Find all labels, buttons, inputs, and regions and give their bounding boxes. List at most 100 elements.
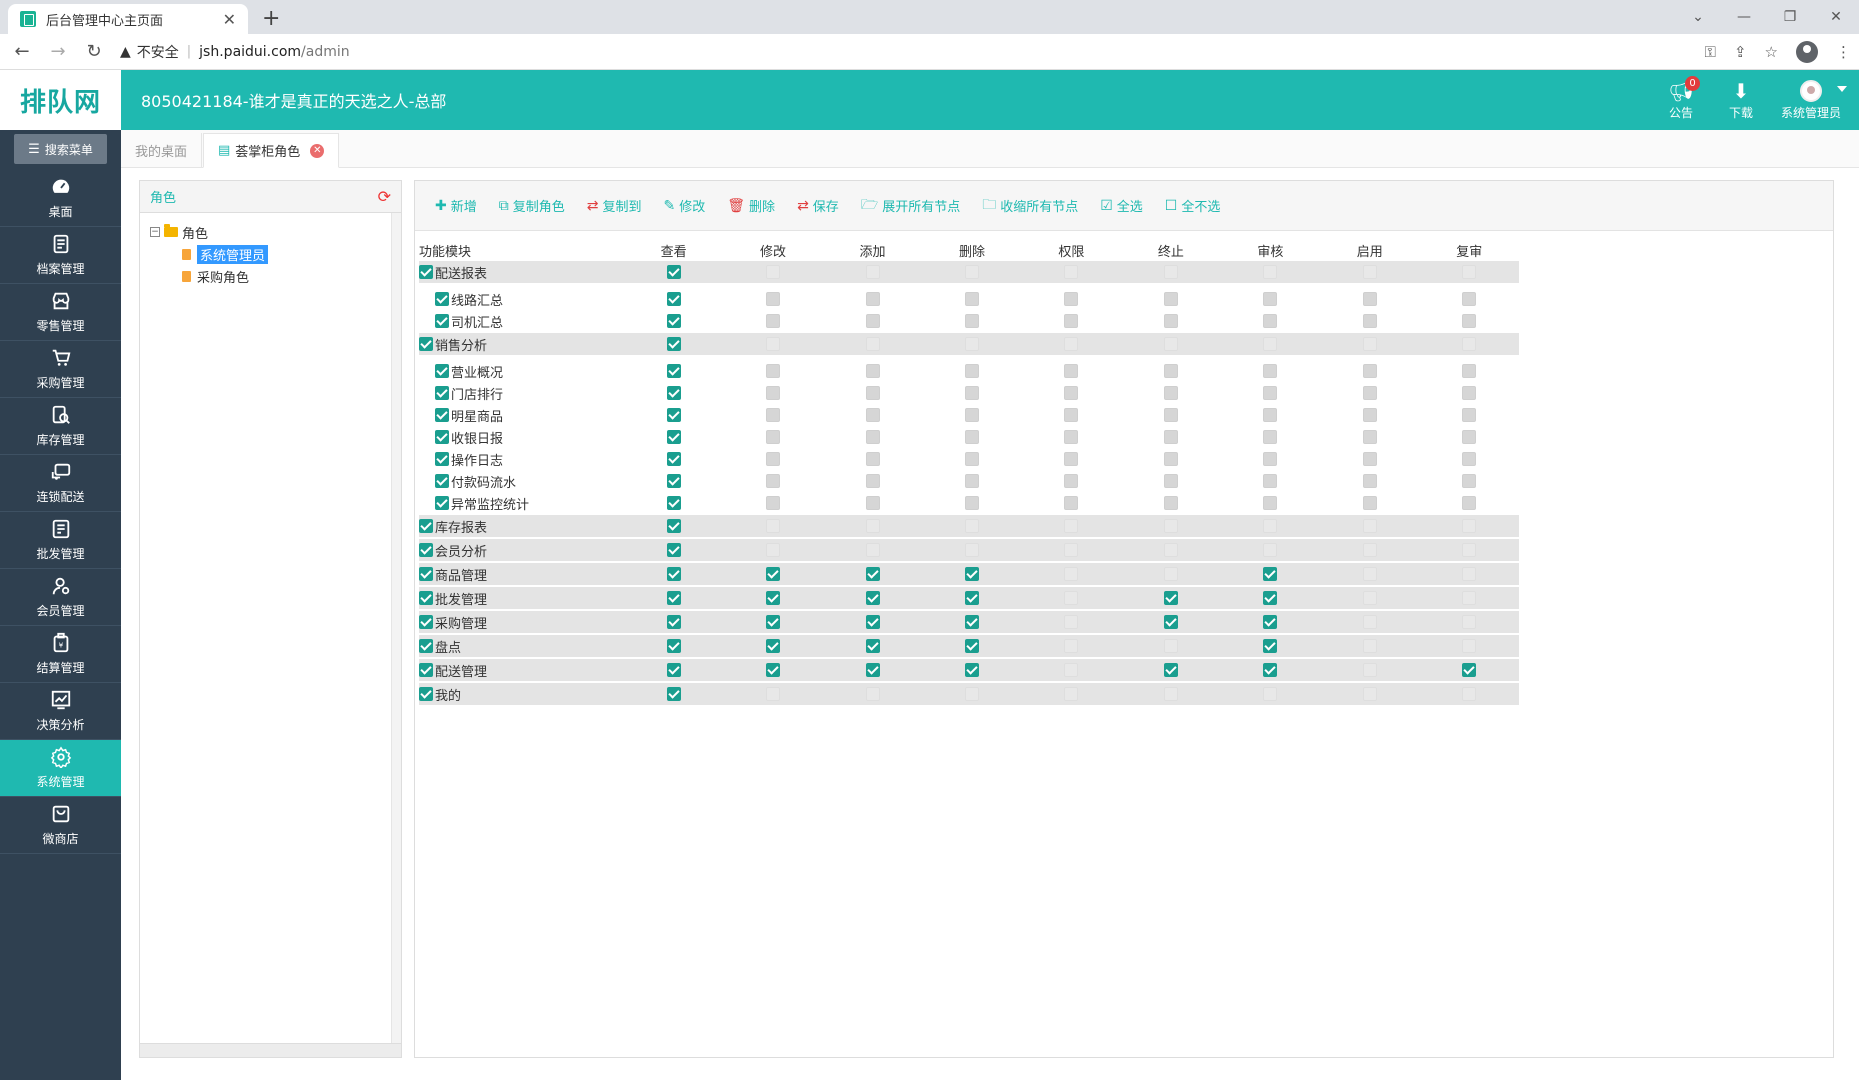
permission-checkbox[interactable] bbox=[766, 364, 781, 378]
tab-desk[interactable]: 我的桌面 bbox=[121, 133, 203, 168]
permission-checkbox[interactable] bbox=[1163, 314, 1178, 328]
permission-checkbox[interactable] bbox=[1462, 386, 1477, 400]
permission-checkbox[interactable] bbox=[865, 265, 880, 279]
permission-checkbox[interactable] bbox=[964, 687, 979, 701]
permission-checkbox[interactable] bbox=[865, 408, 880, 422]
refresh-icon[interactable]: ⟳ bbox=[378, 187, 391, 206]
permission-checkbox[interactable] bbox=[1362, 364, 1377, 378]
permission-checkbox[interactable] bbox=[666, 430, 681, 444]
permission-checkbox[interactable] bbox=[965, 386, 980, 400]
permission-checkbox[interactable] bbox=[1263, 543, 1278, 557]
permission-checkbox[interactable] bbox=[965, 408, 980, 422]
permission-checkbox[interactable] bbox=[666, 543, 681, 557]
permission-checkbox[interactable] bbox=[865, 337, 880, 351]
url-field[interactable]: ▲ 不安全 | jsh.paidui.com /admin bbox=[120, 38, 1680, 66]
permission-checkbox[interactable] bbox=[964, 639, 979, 653]
permission-checkbox[interactable] bbox=[766, 519, 781, 533]
permission-checkbox[interactable] bbox=[1263, 314, 1278, 328]
permission-checkbox[interactable] bbox=[964, 337, 979, 351]
module-checkbox[interactable] bbox=[435, 364, 449, 378]
permission-checkbox[interactable] bbox=[1362, 386, 1377, 400]
user-menu[interactable]: 系统管理员 bbox=[1771, 70, 1851, 130]
permission-checkbox[interactable] bbox=[1462, 496, 1477, 510]
forward-icon[interactable]: → bbox=[44, 38, 72, 66]
close-icon[interactable]: ✕ bbox=[223, 10, 236, 29]
module-checkbox[interactable] bbox=[435, 408, 449, 422]
copy-to-button[interactable]: ⇄ 复制到 bbox=[587, 196, 642, 216]
permission-checkbox[interactable] bbox=[1462, 567, 1477, 581]
permission-checkbox[interactable] bbox=[865, 639, 880, 653]
permission-checkbox[interactable] bbox=[666, 364, 681, 378]
sidebar-item-4[interactable]: 库存管理 bbox=[0, 398, 121, 455]
permission-checkbox[interactable] bbox=[1064, 337, 1079, 351]
permission-checkbox[interactable] bbox=[1362, 687, 1377, 701]
permission-checkbox[interactable] bbox=[666, 496, 681, 510]
permission-checkbox[interactable] bbox=[1462, 430, 1477, 444]
permission-checkbox[interactable] bbox=[1263, 687, 1278, 701]
permission-checkbox[interactable] bbox=[865, 591, 880, 605]
tree-item[interactable]: 采购角色 bbox=[182, 265, 391, 287]
permission-checkbox[interactable] bbox=[1462, 314, 1477, 328]
permission-checkbox[interactable] bbox=[1263, 337, 1278, 351]
permission-checkbox[interactable] bbox=[1163, 452, 1178, 466]
module-checkbox[interactable] bbox=[435, 452, 449, 466]
tree-item[interactable]: 系统管理员 bbox=[182, 243, 391, 265]
permission-checkbox[interactable] bbox=[1263, 430, 1278, 444]
permission-checkbox[interactable] bbox=[865, 687, 880, 701]
permission-checkbox[interactable] bbox=[666, 337, 681, 351]
menu-icon[interactable]: ⋮ bbox=[1836, 43, 1851, 61]
sidebar-item-7[interactable]: 会员管理 bbox=[0, 569, 121, 626]
permission-checkbox[interactable] bbox=[1064, 292, 1079, 306]
permission-checkbox[interactable] bbox=[1462, 408, 1477, 422]
copy-role-button[interactable]: ⧉ 复制角色 bbox=[499, 196, 565, 216]
sidebar-item-6[interactable]: 批发管理 bbox=[0, 512, 121, 569]
permission-checkbox[interactable] bbox=[1263, 639, 1278, 653]
select-none-button[interactable]: ☐ 全不选 bbox=[1165, 196, 1221, 216]
search-menu-button[interactable]: ☰ 搜索菜单 bbox=[14, 134, 107, 164]
close-window-button[interactable]: ✕ bbox=[1813, 0, 1859, 34]
module-checkbox[interactable] bbox=[419, 543, 433, 557]
permission-checkbox[interactable] bbox=[766, 452, 781, 466]
permission-checkbox[interactable] bbox=[1163, 337, 1178, 351]
module-checkbox[interactable] bbox=[435, 386, 449, 400]
permission-checkbox[interactable] bbox=[1362, 430, 1377, 444]
module-checkbox[interactable] bbox=[419, 337, 433, 351]
permission-checkbox[interactable] bbox=[766, 496, 781, 510]
permission-checkbox[interactable] bbox=[1263, 292, 1278, 306]
permission-checkbox[interactable] bbox=[1462, 687, 1477, 701]
permission-checkbox[interactable] bbox=[865, 615, 880, 629]
reload-icon[interactable]: ↻ bbox=[80, 38, 108, 66]
permission-checkbox[interactable] bbox=[964, 591, 979, 605]
download-button[interactable]: ⬇ 下载 bbox=[1711, 70, 1771, 130]
permission-checkbox[interactable] bbox=[965, 496, 980, 510]
permission-checkbox[interactable] bbox=[666, 687, 681, 701]
sidebar-item-5[interactable]: 连锁配送 bbox=[0, 455, 121, 512]
permission-checkbox[interactable] bbox=[666, 408, 681, 422]
save-button[interactable]: ⇄ 保存 bbox=[797, 196, 839, 216]
permission-checkbox[interactable] bbox=[1163, 663, 1178, 677]
permission-checkbox[interactable] bbox=[1362, 543, 1377, 557]
permission-checkbox[interactable] bbox=[1462, 452, 1477, 466]
permission-checkbox[interactable] bbox=[1263, 364, 1278, 378]
permission-checkbox[interactable] bbox=[1462, 337, 1477, 351]
permission-checkbox[interactable] bbox=[1064, 314, 1079, 328]
permission-checkbox[interactable] bbox=[766, 663, 781, 677]
permission-checkbox[interactable] bbox=[965, 474, 980, 488]
permission-checkbox[interactable] bbox=[766, 337, 781, 351]
permission-checkbox[interactable] bbox=[1064, 591, 1079, 605]
permission-checkbox[interactable] bbox=[1263, 567, 1278, 581]
permission-checkbox[interactable] bbox=[965, 314, 980, 328]
permission-checkbox[interactable] bbox=[766, 292, 781, 306]
module-checkbox[interactable] bbox=[435, 496, 449, 510]
permission-checkbox[interactable] bbox=[865, 292, 880, 306]
permission-checkbox[interactable] bbox=[1263, 408, 1278, 422]
permission-checkbox[interactable] bbox=[666, 292, 681, 306]
module-checkbox[interactable] bbox=[419, 687, 433, 701]
permission-checkbox[interactable] bbox=[1064, 519, 1079, 533]
permission-checkbox[interactable] bbox=[666, 519, 681, 533]
permission-checkbox[interactable] bbox=[1064, 639, 1079, 653]
permission-checkbox[interactable] bbox=[766, 591, 781, 605]
permission-checkbox[interactable] bbox=[766, 687, 781, 701]
permission-checkbox[interactable] bbox=[1163, 386, 1178, 400]
permission-checkbox[interactable] bbox=[1462, 543, 1477, 557]
